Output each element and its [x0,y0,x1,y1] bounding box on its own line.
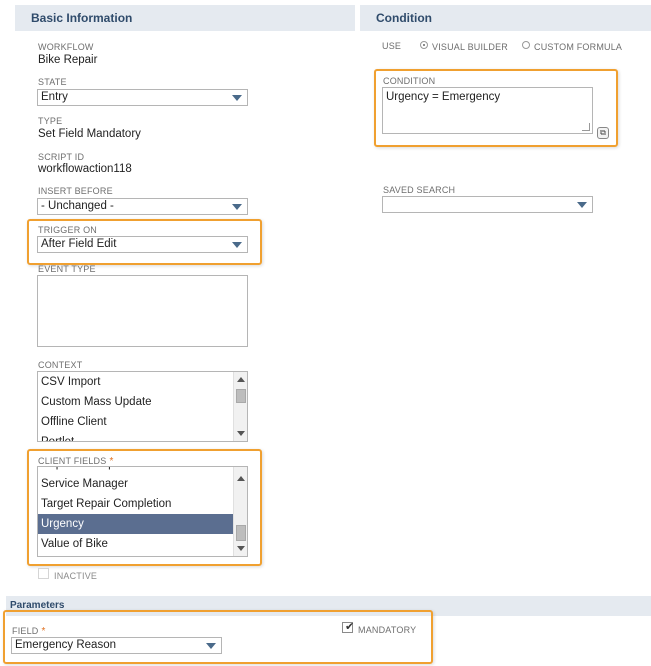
state-select[interactable]: Entry [37,89,248,106]
client-fields-label-text: CLIENT FIELDS [38,456,107,466]
event-type-label: EVENT TYPE [38,264,96,274]
list-item[interactable]: Target Repair Completion [38,494,247,514]
condition-textarea[interactable]: Urgency = Emergency [382,87,593,134]
list-item-selected[interactable]: Urgency [38,514,247,534]
visual-builder-label: VISUAL BUILDER [432,42,508,52]
list-item[interactable]: Custom Mass Update [38,392,247,412]
list-item[interactable]: CSV Import [38,372,247,392]
mandatory-label: MANDATORY [358,625,417,635]
use-label: USE [382,41,402,51]
script-id-label: SCRIPT ID [38,152,85,162]
trigger-on-select-value: After Field Edit [41,238,117,250]
list-item[interactable]: Portlet [38,432,247,441]
inactive-label: INACTIVE [54,571,98,581]
context-listbox[interactable]: CSV Import Custom Mass Update Offline Cl… [37,371,248,442]
required-marker: * [41,626,46,637]
scroll-thumb[interactable] [236,525,246,541]
script-id-value: workflowaction118 [38,163,132,175]
scroll-up-icon[interactable] [237,377,245,382]
scroll-down-icon[interactable] [237,431,245,436]
condition-title: Condition [376,11,432,25]
type-value: Set Field Mandatory [38,128,141,140]
list-item[interactable]: Repairs Complete [38,467,247,474]
context-scrollbar[interactable] [233,372,247,441]
checkmark-icon: ✔ [345,621,355,633]
condition-label: CONDITION [383,76,436,86]
condition-builder-icon[interactable]: ⧉ [597,127,609,139]
insert-before-label: INSERT BEFORE [38,186,113,196]
list-item[interactable]: Offline Client [38,412,247,432]
workflow-label: WORKFLOW [38,42,94,52]
state-select-value: Entry [41,91,68,103]
resize-grip-icon[interactable] [582,123,590,131]
client-fields-scrollbar[interactable] [233,467,247,556]
field-select[interactable]: Emergency Reason [11,637,222,654]
scroll-up-icon[interactable] [237,476,245,481]
mandatory-checkbox[interactable]: ✔ [342,621,355,633]
scroll-thumb[interactable] [236,389,246,403]
trigger-on-select[interactable]: After Field Edit [37,236,248,253]
basic-information-title: Basic Information [31,11,133,25]
chevron-down-icon [206,643,216,649]
custom-formula-label: CUSTOM FORMULA [534,42,623,52]
context-label: CONTEXT [38,360,83,370]
chevron-down-icon [232,204,242,210]
condition-header: Condition [360,5,651,31]
insert-before-select-value: - Unchanged - [41,200,114,212]
field-select-value: Emergency Reason [15,639,116,651]
client-fields-listbox[interactable]: Repairs Complete Service Manager Target … [37,466,248,557]
chevron-down-icon [577,202,587,208]
saved-search-label: SAVED SEARCH [383,185,456,195]
saved-search-select[interactable] [382,196,593,213]
visual-builder-radio[interactable] [420,41,428,49]
workflow-value: Bike Repair [38,54,98,66]
state-label: STATE [38,77,67,87]
chevron-down-icon [232,95,242,101]
field-label-text: FIELD [12,626,39,636]
insert-before-select[interactable]: - Unchanged - [37,198,248,215]
inactive-checkbox[interactable] [38,568,49,579]
scroll-down-icon[interactable] [237,546,245,551]
field-label: FIELD * [12,626,46,637]
chevron-down-icon [232,242,242,248]
basic-information-header: Basic Information [15,5,355,31]
condition-value: Urgency = Emergency [386,91,501,103]
list-item[interactable]: Value of Bike [38,534,247,554]
custom-formula-radio[interactable] [522,41,530,49]
list-item[interactable]: Service Manager [38,474,247,494]
event-type-multiselect[interactable] [37,275,248,347]
type-label: TYPE [38,116,63,126]
trigger-on-label: TRIGGER ON [38,225,98,235]
